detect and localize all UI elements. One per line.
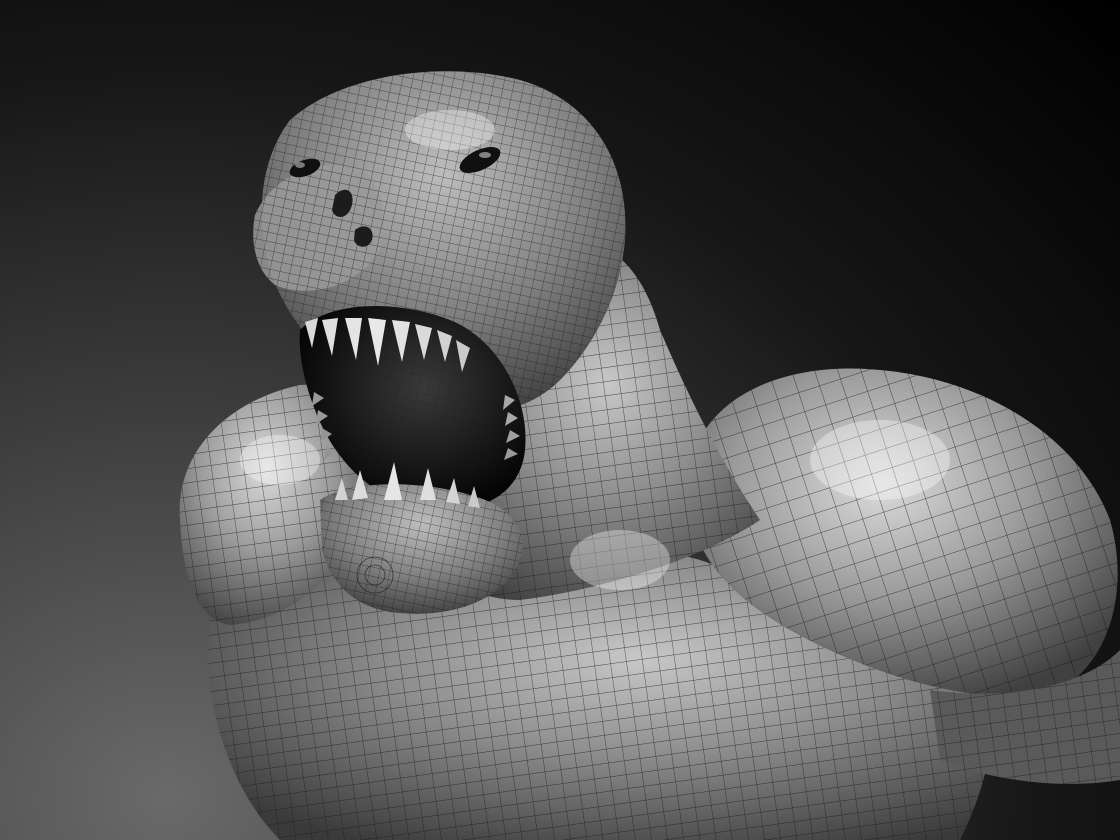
render-viewport xyxy=(0,0,1120,840)
creature-render xyxy=(179,71,1120,840)
